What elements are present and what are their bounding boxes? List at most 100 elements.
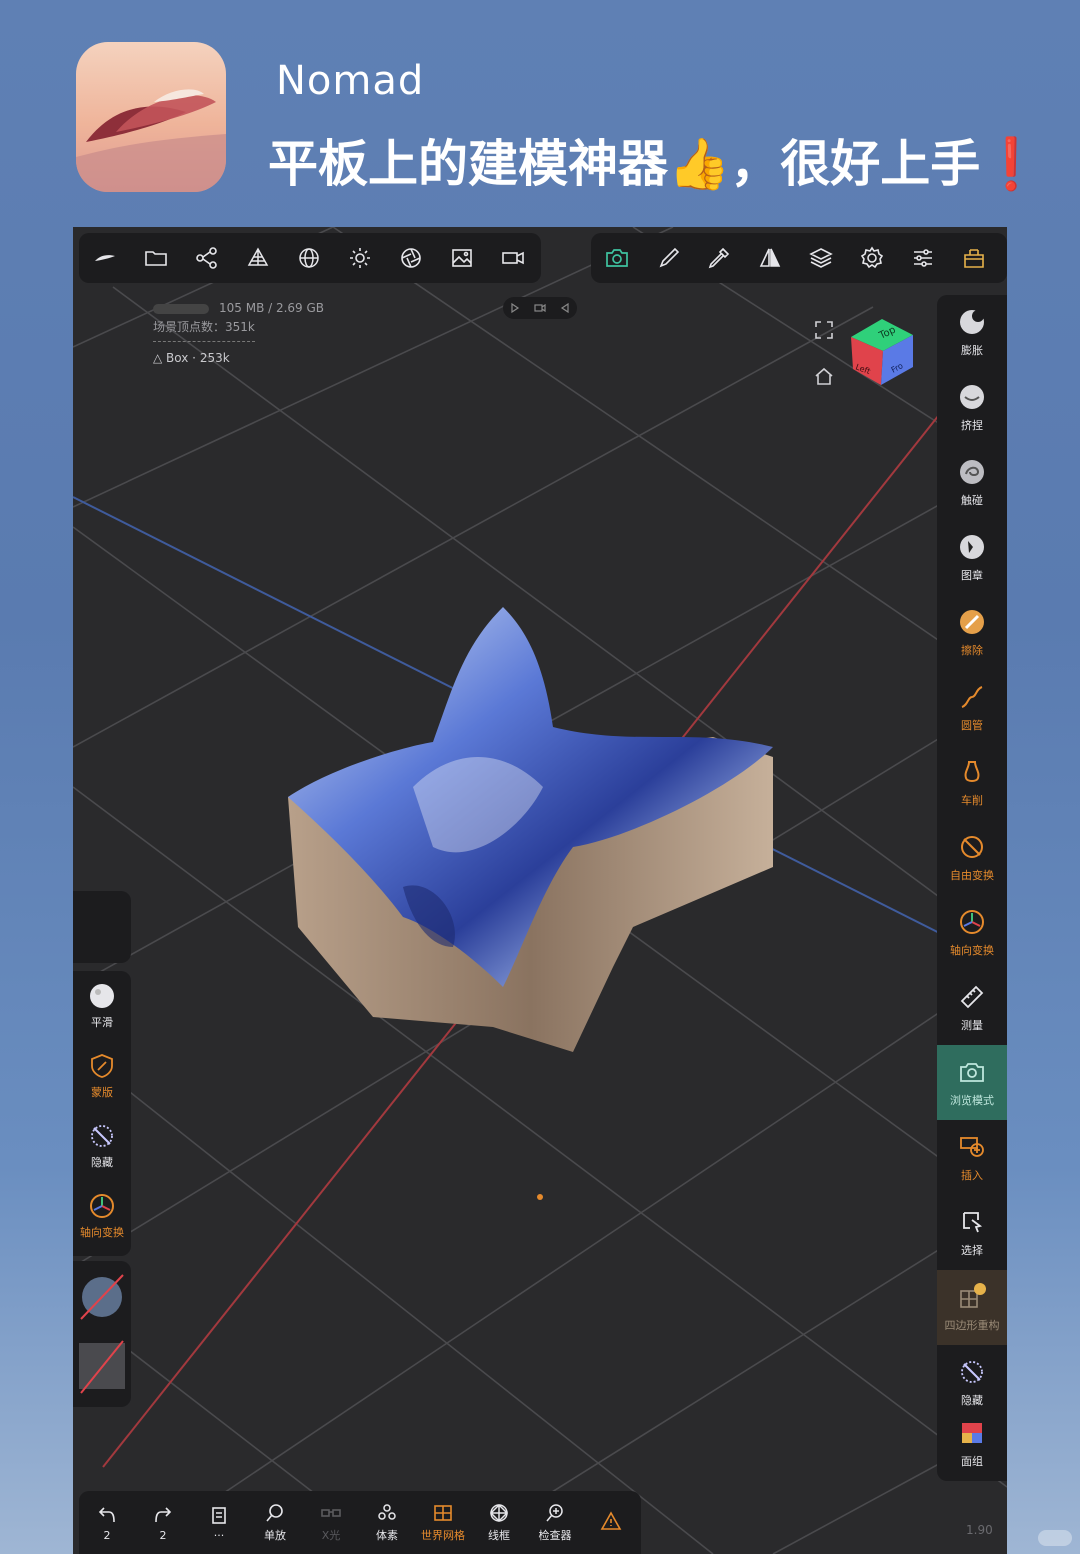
tool-inflate[interactable]: 膨胀 (937, 295, 1007, 370)
gear-icon (860, 246, 883, 269)
paint-button[interactable] (693, 233, 744, 283)
tool-gizmo-left[interactable]: 轴向变换 (73, 1181, 131, 1251)
headline-text: 平板上的建模神器👍，很好上手 (268, 135, 981, 193)
redo-button[interactable]: 2 (135, 1491, 191, 1554)
layers-button[interactable] (795, 233, 846, 283)
xray-button[interactable]: X光 (303, 1491, 359, 1554)
brush-settings-button[interactable] (642, 233, 693, 283)
interface-settings-button[interactable] (897, 233, 948, 283)
tool-lathe[interactable]: 车削 (937, 745, 1007, 820)
solo-button[interactable]: 单放 (247, 1491, 303, 1554)
warning-button[interactable] (583, 1491, 639, 1554)
lighting-button[interactable] (334, 233, 385, 283)
tool-smudge[interactable]: 触碰 (937, 445, 1007, 520)
tool-gizmo[interactable]: 轴向变换 (937, 895, 1007, 970)
top-toolbar-left (79, 233, 541, 283)
watermark-badge (1038, 1530, 1072, 1546)
selected-object-row[interactable]: △ Box · 253k (153, 349, 324, 368)
left-tool-panel: 平滑 蒙版 隐藏 轴向变换 (73, 971, 131, 1256)
tool-pinch[interactable]: 挤捏 (937, 370, 1007, 445)
tool-quad-remesh[interactable]: 四边形重构 (937, 1270, 1007, 1345)
gizmo-axis-icon (90, 1194, 114, 1218)
home-view-icon[interactable] (813, 365, 835, 387)
blurred-info (153, 303, 209, 314)
tool-hide-left[interactable]: 隐藏 (73, 1111, 131, 1181)
stamp-sphere-icon (960, 534, 984, 559)
tool-insert[interactable]: 插入 (937, 1120, 1007, 1195)
material-sphere-swatch[interactable] (79, 1267, 125, 1327)
headline: 平板上的建模神器👍，很好上手❗ (268, 124, 1043, 196)
history-button[interactable]: ··· (191, 1491, 247, 1554)
video-camera-icon (501, 251, 524, 265)
settings-button[interactable] (846, 233, 897, 283)
hide-icon (961, 1360, 983, 1383)
brush-icon (659, 247, 679, 268)
ruler-icon (960, 985, 984, 1008)
mesh-pyramid-icon (247, 247, 268, 266)
files-button[interactable] (130, 233, 181, 283)
tool-select[interactable]: 选择 (937, 1195, 1007, 1270)
inspector-button[interactable]: 检查器 (527, 1491, 583, 1554)
background-button[interactable] (436, 233, 487, 283)
tool-tube[interactable]: 圆管 (937, 670, 1007, 745)
camera-settings-button[interactable] (487, 233, 538, 283)
tool-measure[interactable]: 测量 (937, 970, 1007, 1045)
selected-object-name: Box (166, 351, 189, 365)
selected-object-vertices: 253k (199, 351, 230, 365)
tool-free-transform[interactable]: 自由变换 (937, 820, 1007, 895)
undo-button[interactable]: 2 (79, 1491, 135, 1554)
postprocess-button[interactable] (385, 233, 436, 283)
history-list-icon (212, 1506, 226, 1524)
inflate-sphere-icon (960, 309, 984, 334)
camera-record-icon[interactable] (534, 302, 546, 314)
tool-view-mode[interactable]: 浏览模式 (937, 1045, 1007, 1120)
nomad-logo-icon (94, 255, 115, 261)
scene-vertex-count: 场景顶点数：351k (153, 320, 255, 334)
shop-button[interactable] (948, 233, 999, 283)
undo-icon (98, 1506, 115, 1522)
bottom-toolbar: 2 2 ··· 单放 X光 体素 世界网格 线框 检查器 (79, 1491, 641, 1554)
memory-usage: 105 MB / 2.69 GB (219, 301, 325, 315)
tool-erase[interactable]: 擦除 (937, 595, 1007, 670)
face-group-icon (962, 1422, 982, 1443)
color-swatch[interactable] (79, 1337, 125, 1397)
exclamation-mark: ❗ (980, 135, 1043, 193)
lathe-icon (964, 760, 980, 782)
tool-face-group[interactable]: 面组 (937, 1406, 1007, 1481)
fullscreen-icon[interactable] (813, 319, 835, 341)
wireframe-icon (489, 1503, 509, 1523)
3d-viewport[interactable] (73, 227, 1007, 1554)
tool-mask[interactable]: 蒙版 (73, 1041, 131, 1111)
hide-icon (91, 1125, 113, 1147)
nomad-logo-button[interactable] (79, 233, 130, 283)
tool-stamp[interactable]: 图章 (937, 520, 1007, 595)
share-nodes-icon (195, 247, 217, 269)
voxel-icon (378, 1504, 396, 1520)
view-cube-gizmo[interactable]: Top Left Fro (847, 317, 917, 387)
wireframe-button[interactable]: 线框 (471, 1491, 527, 1554)
play-icon[interactable] (509, 302, 521, 314)
gizmo-axis-icon (960, 909, 984, 934)
app-name: Nomad (276, 58, 425, 104)
tube-icon (961, 685, 983, 708)
scene-button[interactable] (181, 233, 232, 283)
sun-icon (349, 248, 370, 268)
voxel-button[interactable]: 体素 (359, 1491, 415, 1554)
symmetry-button[interactable] (744, 233, 795, 283)
material-button[interactable] (283, 233, 334, 283)
pinch-sphere-icon (960, 384, 984, 409)
xray-glasses-icon (321, 1509, 341, 1517)
camera-playback-strip (503, 297, 577, 319)
topology-button[interactable] (232, 233, 283, 283)
tool-smooth[interactable]: 平滑 (73, 971, 131, 1041)
warning-icon (600, 1511, 622, 1530)
view-mode-button[interactable] (591, 233, 642, 283)
left-empty-panel (73, 891, 131, 963)
reverse-play-icon[interactable] (559, 302, 571, 314)
scene-stats: 105 MB / 2.69 GB 场景顶点数：351k △ Box · 253k (153, 299, 324, 368)
dropper-icon (708, 247, 729, 269)
camera-view-icon (960, 1062, 984, 1082)
world-grid-icon (434, 1505, 452, 1521)
nomad-app-window: 105 MB / 2.69 GB 场景顶点数：351k △ Box · 253k… (73, 227, 1007, 1554)
world-grid-button[interactable]: 世界网格 (415, 1491, 471, 1554)
